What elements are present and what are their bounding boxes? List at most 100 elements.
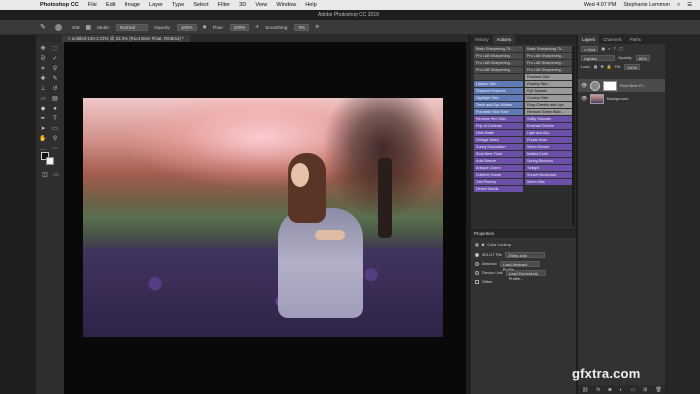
layer-name[interactable]: Background <box>607 96 628 101</box>
quick-mask-icon[interactable]: ◫ <box>40 172 50 179</box>
tab-layers[interactable]: Layers <box>578 35 600 44</box>
clone-stamp-tool-icon[interactable]: ⊥ <box>38 86 48 93</box>
menu-help[interactable]: Help <box>305 2 317 8</box>
trash-icon[interactable]: 🗑 <box>656 387 662 393</box>
action-button[interactable]: Pro LAB Sharpening... <box>474 53 523 59</box>
brush-tool-icon[interactable]: ✎ <box>40 23 46 31</box>
layer-row-background[interactable]: 👁 Background <box>578 92 666 105</box>
action-button[interactable]: Just Peachy <box>474 179 523 185</box>
action-button[interactable]: Teeth and Eye Whiten <box>474 102 523 108</box>
abstract-radio[interactable] <box>475 261 479 266</box>
filter-pixel-icon[interactable]: ▣ <box>601 46 605 51</box>
hand-tool-icon[interactable]: ✋ <box>38 136 48 143</box>
action-button[interactable]: Lighten Skin <box>474 81 523 87</box>
lut-file-radio[interactable] <box>475 252 479 257</box>
clock[interactable]: Wed 4:07 PM <box>584 2 617 9</box>
flow-input[interactable]: 100% <box>229 23 250 31</box>
edit-toolbar-icon[interactable]: ⋯ <box>50 146 60 153</box>
pressure-opacity-icon[interactable]: ◉ <box>203 24 207 30</box>
type-tool-icon[interactable]: T <box>50 116 60 123</box>
action-button[interactable]: Pro LAB Sharpening... <box>474 60 523 66</box>
blur-tool-icon[interactable]: ◆ <box>38 106 48 113</box>
path-selection-tool-icon[interactable]: ➤ <box>38 126 48 133</box>
history-brush-tool-icon[interactable]: ↺ <box>50 86 60 93</box>
user-name[interactable]: Stephanie Lemmon <box>623 2 670 9</box>
abstract-select[interactable]: Load Abstract Profile... <box>499 260 540 272</box>
action-button[interactable]: Matted Earth <box>525 151 574 157</box>
dither-checkbox[interactable] <box>475 279 479 284</box>
action-button[interactable]: Twilight <box>525 165 574 171</box>
action-button[interactable]: Sharpen Features <box>474 88 523 94</box>
tab-channels[interactable]: Channels <box>599 35 626 44</box>
menu-view[interactable]: View <box>255 2 267 8</box>
menu-layer[interactable]: Layer <box>149 2 163 8</box>
action-button[interactable]: Root Beer Float <box>474 151 523 157</box>
rectangle-tool-icon[interactable]: ▭ <box>50 126 60 133</box>
layer-name[interactable]: Root Beer Fl... <box>620 83 646 88</box>
menu-type[interactable]: Type <box>172 2 184 8</box>
action-button[interactable]: Warm Sunset <box>525 144 574 150</box>
action-button[interactable]: Antique Charm <box>474 165 523 171</box>
new-adjustment-icon[interactable]: ◐ <box>619 387 622 393</box>
gradient-tool-icon[interactable]: ▤ <box>50 96 60 103</box>
menu-image[interactable]: Image <box>125 2 141 8</box>
menu-app-name[interactable]: Photoshop CC <box>40 2 79 8</box>
eyedropper-tool-icon[interactable]: ⚲ <box>50 66 60 73</box>
action-button[interactable]: Spring Blossom <box>525 158 574 164</box>
action-button[interactable]: Pro LAB Sharpening... <box>525 67 574 73</box>
action-button[interactable]: Porcelain Skin Tone <box>474 109 523 115</box>
action-button[interactable]: Sunset Boulevard <box>525 172 574 178</box>
lasso-tool-icon[interactable]: ᘐ <box>38 56 48 63</box>
marquee-tool-icon[interactable]: ⬚ <box>50 46 60 53</box>
menu-3d[interactable]: 3D <box>239 2 246 8</box>
mode-select[interactable]: Normal <box>116 23 148 31</box>
opacity-input[interactable]: 100% <box>176 23 197 31</box>
action-button[interactable]: Flawless Skin <box>525 74 574 80</box>
layer-opacity-input[interactable]: 80% <box>635 54 650 61</box>
action-button[interactable]: Basic Sharpening 75... <box>525 46 574 52</box>
eye-icon[interactable]: 👁 <box>581 83 587 89</box>
search-icon[interactable]: ⌕ <box>677 2 680 9</box>
action-button[interactable]: Pop of Contrast <box>474 123 523 129</box>
menu-edit[interactable]: Edit <box>106 2 116 8</box>
photo-girl-in-lavender-field[interactable] <box>83 98 443 337</box>
airbrush-icon[interactable]: ✈ <box>255 24 259 30</box>
mask-icon[interactable]: ◙ <box>482 242 484 247</box>
document-tab[interactable]: × untitled-133-2.CR2 @ 33.3% (Root Beer … <box>62 35 190 42</box>
move-tool-icon[interactable]: ✥ <box>38 46 48 53</box>
fill-input[interactable]: 100% <box>623 63 641 70</box>
eye-icon[interactable]: 👁 <box>581 96 587 102</box>
tab-actions[interactable]: Actions <box>492 35 516 44</box>
filter-adjustment-icon[interactable]: ◐ <box>608 46 610 51</box>
lock-all-icon[interactable]: 🔒 <box>607 64 612 69</box>
action-button[interactable]: Highlight Skin <box>474 95 523 101</box>
menu-select[interactable]: Select <box>193 2 209 8</box>
filter-type-icon[interactable]: T <box>614 46 616 51</box>
new-group-icon[interactable]: ▭ <box>631 387 636 393</box>
dodge-tool-icon[interactable]: ● <box>50 106 60 113</box>
actions-scrollbar[interactable] <box>572 46 575 226</box>
layer-row-adjustment[interactable]: 👁 Root Beer Fl... <box>578 79 666 92</box>
menu-filter[interactable]: Filter <box>218 2 230 8</box>
link-layers-icon[interactable]: ⛓ <box>582 387 588 393</box>
action-button[interactable]: Warm Kiss <box>525 179 574 185</box>
tab-history[interactable]: History <box>471 35 493 44</box>
action-button[interactable]: Purple Haze <box>525 137 574 143</box>
pen-tool-icon[interactable]: ✒ <box>38 116 48 123</box>
action-button[interactable]: Eye Sparkle <box>525 88 574 94</box>
add-mask-icon[interactable]: ◙ <box>608 387 611 393</box>
blend-mode-select[interactable]: Lighten <box>581 54 615 61</box>
lock-pixels-icon[interactable]: ▦ <box>594 64 598 69</box>
lock-position-icon[interactable]: ✥ <box>600 64 603 69</box>
brush-tool-icon[interactable]: ✎ <box>50 76 60 83</box>
healing-brush-tool-icon[interactable]: ✚ <box>38 76 48 83</box>
action-button[interactable]: Pro LAB Sharpening... <box>474 67 523 73</box>
smoothing-options-icon[interactable]: ⚙ <box>315 24 319 30</box>
layer-kind-filter[interactable]: ⌕ Kind <box>581 45 599 52</box>
device-link-radio[interactable] <box>475 270 479 275</box>
new-layer-icon[interactable]: ⊞ <box>643 387 647 393</box>
brush-preset-picker[interactable] <box>52 21 66 33</box>
action-button[interactable]: Peachy Skin <box>525 81 574 87</box>
action-button[interactable]: Pro LAB Sharpening... <box>525 60 574 66</box>
zoom-tool-icon[interactable]: ⚲ <box>50 136 60 143</box>
